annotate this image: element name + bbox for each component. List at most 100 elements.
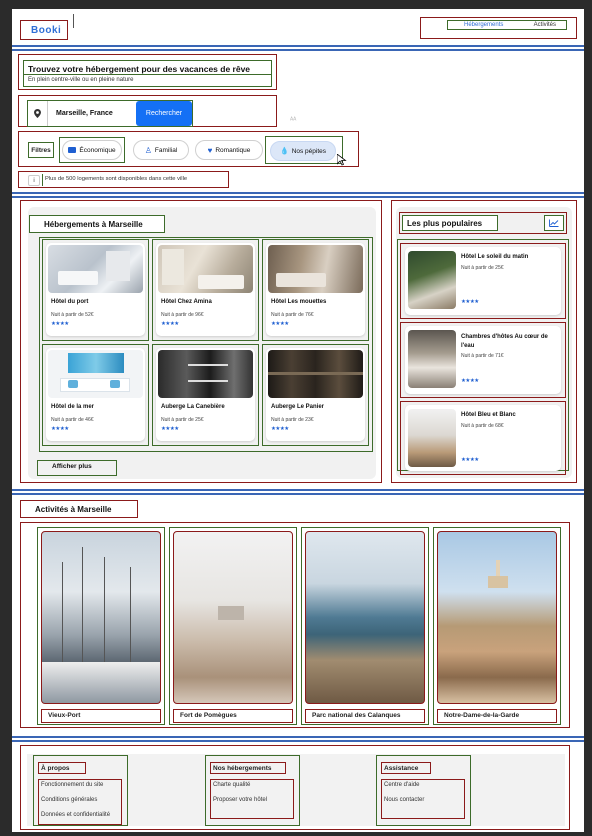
hotel-price: Nuit à partir de 76€ bbox=[271, 312, 314, 318]
star-rating: ★★★★ bbox=[461, 378, 479, 384]
activities-section: Vieux-Port Fort de Pomègues Parc nationa… bbox=[20, 522, 570, 728]
activity-label: Vieux-Port bbox=[41, 709, 161, 723]
section-divider bbox=[12, 736, 584, 738]
hotel-photo bbox=[268, 350, 363, 398]
popular-card[interactable]: Hôtel Bleu et Blanc Nuit à partir de 68€… bbox=[405, 405, 561, 471]
section-divider bbox=[12, 45, 584, 47]
logo-box[interactable]: Booki bbox=[20, 20, 68, 40]
filters-label: Filtres bbox=[28, 142, 54, 158]
hotel-card[interactable]: Auberge Le Panier Nuit à partir de 23€ ★… bbox=[266, 348, 365, 441]
footer-link[interactable]: Charte qualité bbox=[213, 782, 250, 788]
star-rating: ★★★★ bbox=[461, 299, 479, 305]
nav-link-hebergements[interactable]: Hébergements bbox=[464, 22, 503, 28]
activity-card-vieux-port[interactable] bbox=[41, 531, 161, 704]
activities-title-box: Activités à Marseille bbox=[20, 500, 138, 518]
hotel-photo bbox=[158, 350, 253, 398]
activity-label: Notre-Dame-de-la-Garde bbox=[437, 709, 557, 723]
hotel-price: Nuit à partir de 96€ bbox=[161, 312, 204, 318]
faint-mark: ᴬᴬ bbox=[290, 117, 297, 124]
popular-card-wrap: Hôtel Le soleil du matin Nuit à partir d… bbox=[400, 243, 566, 319]
card-wrap: Hôtel Chez Amina Nuit à partir de 96€ ★★… bbox=[152, 239, 259, 341]
filter-chip-economique[interactable]: Économique bbox=[62, 140, 122, 160]
filter-chip-familial[interactable]: ♙ Familial bbox=[133, 140, 189, 160]
footer-column-title: Nos hébergements bbox=[210, 762, 286, 774]
main-nav: Hébergements Activités bbox=[420, 17, 577, 39]
footer-link[interactable]: Centre d'aide bbox=[384, 782, 420, 788]
footer: À propos Fonctionnement du site Conditio… bbox=[20, 745, 570, 830]
hotel-photo bbox=[48, 245, 143, 293]
hotel-name: Hôtel Le soleil du matin bbox=[461, 254, 529, 260]
trending-icon[interactable] bbox=[544, 215, 564, 231]
footer-link[interactable]: Proposer votre hôtel bbox=[213, 797, 267, 803]
search-input[interactable]: Marseille, France bbox=[56, 110, 113, 117]
text-cursor bbox=[73, 14, 74, 28]
activity-card-wrap: Parc national des Calanques bbox=[301, 527, 429, 725]
nav-link-activites[interactable]: Activités bbox=[534, 22, 556, 28]
filter-chip-label: Romantique bbox=[215, 146, 251, 154]
footer-link[interactable]: Données et confidentialité bbox=[41, 812, 110, 818]
star-rating: ★★★★ bbox=[161, 321, 179, 327]
activity-card-wrap: Vieux-Port bbox=[37, 527, 165, 725]
footer-column: Assistance Centre d'aide Nous contacter bbox=[376, 755, 471, 826]
activities-title: Activités à Marseille bbox=[35, 505, 112, 514]
hero-subtitle: En plein centre-ville ou en pleine natur… bbox=[28, 77, 134, 83]
section-divider bbox=[12, 740, 584, 742]
footer-link[interactable]: Conditions générales bbox=[41, 797, 97, 803]
hotel-photo bbox=[268, 245, 363, 293]
popular-card[interactable]: Hôtel Le soleil du matin Nuit à partir d… bbox=[405, 247, 561, 315]
filter-chip-romantique[interactable]: ♥ Romantique bbox=[195, 140, 263, 160]
popular-title-box: Les plus populaires bbox=[402, 215, 498, 231]
filter-chip-label: Familial bbox=[154, 146, 178, 154]
hotel-photo bbox=[158, 245, 253, 293]
footer-link[interactable]: Fonctionnement du site bbox=[41, 782, 103, 788]
section-divider bbox=[12, 49, 584, 51]
info-text: Plus de 500 logements sont disponibles d… bbox=[42, 174, 226, 186]
hotel-price: Nuit à partir de 25€ bbox=[161, 417, 204, 423]
hotel-card[interactable]: Hôtel Les mouettes Nuit à partir de 76€ … bbox=[266, 243, 365, 336]
show-more-button[interactable]: Afficher plus bbox=[37, 460, 117, 476]
search-block: Marseille, France Rechercher bbox=[18, 95, 277, 127]
activity-card-notre-dame[interactable] bbox=[437, 531, 557, 704]
money-icon bbox=[68, 147, 77, 153]
popular-card[interactable]: Chambres d'hôtes Au cœur de l'eau Nuit à… bbox=[405, 326, 561, 394]
popular-title: Les plus populaires bbox=[407, 219, 483, 228]
logo[interactable]: Booki bbox=[31, 25, 61, 36]
hotel-card[interactable]: Hôtel Chez Amina Nuit à partir de 96€ ★★… bbox=[156, 243, 255, 336]
divider bbox=[24, 74, 271, 75]
card-wrap: Auberge La Canebière Nuit à partir de 25… bbox=[152, 344, 259, 446]
popular-card-wrap: Chambres d'hôtes Au cœur de l'eau Nuit à… bbox=[400, 322, 566, 398]
hotel-card[interactable]: Hôtel du port Nuit à partir de 52€ ★★★★ bbox=[46, 243, 145, 336]
location-pin-icon bbox=[28, 101, 48, 126]
hotel-photo bbox=[48, 350, 143, 398]
footer-column-title: Assistance bbox=[381, 762, 431, 774]
activity-card-wrap: Notre-Dame-de-la-Garde bbox=[433, 527, 561, 725]
star-rating: ★★★★ bbox=[51, 321, 69, 327]
hotel-card[interactable]: Auberge La Canebière Nuit à partir de 25… bbox=[156, 348, 255, 441]
activity-label: Parc national des Calanques bbox=[305, 709, 425, 723]
footer-link[interactable]: Nous contacter bbox=[384, 797, 424, 803]
card-wrap: Hôtel de la mer Nuit à partir de 46€ ★★★… bbox=[42, 344, 149, 446]
activity-card-fort-de-pomegues[interactable] bbox=[173, 531, 293, 704]
section-divider bbox=[12, 196, 584, 198]
search-button[interactable]: Rechercher bbox=[136, 101, 192, 126]
filter-chip-label: Nos pépites bbox=[291, 147, 327, 155]
activity-card-calanques[interactable] bbox=[305, 531, 425, 704]
hotel-name: Hôtel de la mer bbox=[51, 404, 95, 410]
hotel-name: Auberge La Canebière bbox=[161, 404, 225, 410]
filter-chip-nos-pepites[interactable]: 💧 Nos pépites bbox=[270, 141, 336, 161]
activity-label: Fort de Pomègues bbox=[173, 709, 293, 723]
hotel-price: Nuit à partir de 68€ bbox=[461, 423, 504, 429]
hero-title: Trouvez votre hébergement pour des vacan… bbox=[28, 64, 251, 74]
page: Booki Hébergements Activités Trouvez vot… bbox=[12, 9, 584, 832]
hotel-price: Nuit à partir de 52€ bbox=[51, 312, 94, 318]
star-rating: ★★★★ bbox=[161, 426, 179, 432]
hotel-card[interactable]: Hôtel de la mer Nuit à partir de 46€ ★★★… bbox=[46, 348, 145, 441]
popular-header: Les plus populaires bbox=[399, 212, 567, 234]
accommodations-section: Hébergements à Marseille Hôtel du port N… bbox=[20, 200, 382, 483]
heart-icon: ♥ bbox=[207, 145, 213, 155]
footer-column: Nos hébergements Charte qualité Proposer… bbox=[205, 755, 300, 826]
hotel-name: Hôtel Chez Amina bbox=[161, 299, 212, 305]
footer-column: À propos Fonctionnement du site Conditio… bbox=[33, 755, 128, 826]
card-wrap: Auberge Le Panier Nuit à partir de 23€ ★… bbox=[262, 344, 369, 446]
hotel-price: Nuit à partir de 46€ bbox=[51, 417, 94, 423]
